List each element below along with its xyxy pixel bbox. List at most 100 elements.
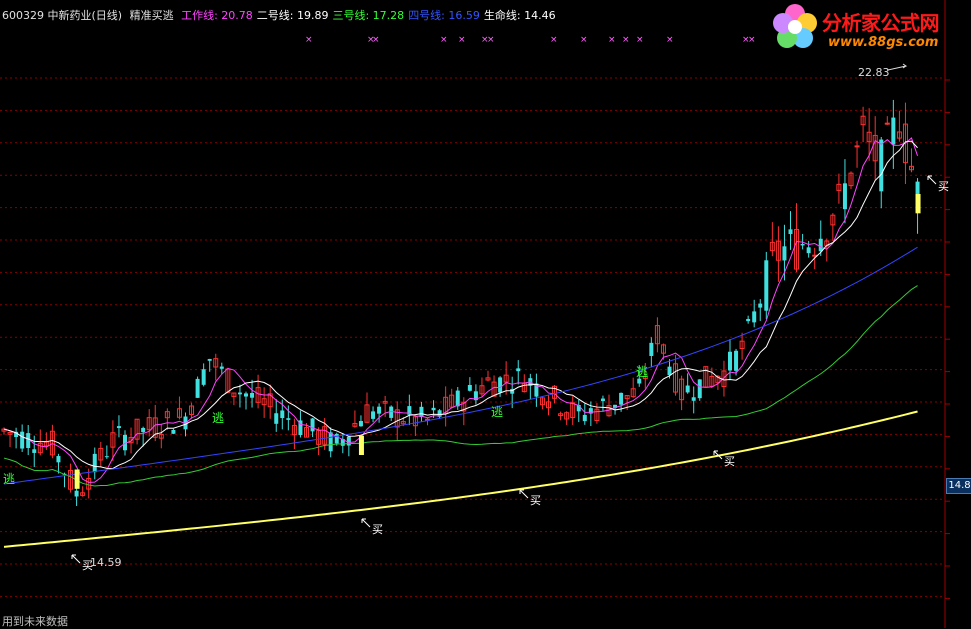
life-line <box>3 410 918 548</box>
top-mark: × <box>372 35 380 45</box>
top-mark: × <box>458 35 466 45</box>
candle-body <box>195 378 200 398</box>
candle-body <box>334 433 339 444</box>
top-mark: × <box>550 35 558 45</box>
buy-arrow <box>71 554 81 564</box>
header-line-1: 二号线: 19.89 <box>256 9 329 22</box>
candle-body <box>20 431 25 449</box>
site-logo: 分析家公式网 www.88gs.com <box>770 2 968 52</box>
candle-body <box>377 406 382 414</box>
candle-body <box>691 397 696 401</box>
buy-marker: 买 <box>530 494 541 507</box>
candle-body <box>649 342 654 356</box>
escape-marker: 逃 <box>3 472 15 486</box>
ma-line-four <box>3 246 918 485</box>
candle-body <box>244 393 248 397</box>
candle-body <box>310 418 315 432</box>
candle-body <box>237 392 242 395</box>
candle-body <box>891 117 896 145</box>
header-line-2: 三号线: 17.28 <box>332 9 405 22</box>
candle-body <box>619 392 624 405</box>
candle-body <box>219 366 224 369</box>
escape-marker: 逃 <box>491 405 503 419</box>
candle-body <box>74 490 79 497</box>
candle-body <box>56 456 61 463</box>
candle-body <box>207 358 212 361</box>
top-mark: × <box>666 35 674 45</box>
candle-body <box>328 432 333 452</box>
kline-chart[interactable]: × ×× × × ×× × × × × × × ××逃逃 逃逃买买买买买22.8314.59 <box>0 0 971 628</box>
candle-body <box>782 246 787 261</box>
candle-body <box>818 238 823 252</box>
buy-marker: 买 <box>724 455 735 468</box>
candle-body <box>764 260 769 311</box>
candle-body <box>516 368 521 372</box>
high-price-label: 22.83 <box>858 66 890 79</box>
escape-marker: 逃 <box>636 365 648 379</box>
candle-body <box>600 398 605 402</box>
indicator-header: 600329 中新药业(日线) 精准买逃 工作线: 20.78 二号线: 19.8… <box>2 7 564 23</box>
indicator-name: 精准买逃 <box>129 9 174 22</box>
low-price-label: 14.59 <box>90 556 122 569</box>
candle-body <box>286 418 291 420</box>
buy-arrow <box>361 518 371 528</box>
candle-body <box>201 369 206 385</box>
candle-body <box>498 377 503 393</box>
top-mark: × <box>487 35 495 45</box>
buy-marker: 买 <box>938 180 949 193</box>
candle-body <box>280 410 285 419</box>
logo-title: 分析家公式网 <box>822 11 940 35</box>
buy-marker: 买 <box>372 523 383 536</box>
buy-arrow <box>927 175 937 185</box>
buy-candle <box>74 469 80 489</box>
candle-body <box>879 139 884 192</box>
candle-body <box>752 311 757 323</box>
candle-body <box>685 385 690 393</box>
flower-icon <box>773 4 817 48</box>
candle-body <box>116 426 121 429</box>
candle-body <box>455 390 460 407</box>
buy-arrow <box>519 489 529 499</box>
header-line-4: 生命线: 14.46 <box>483 9 556 22</box>
top-mark: × <box>580 35 588 45</box>
candle-body <box>431 407 436 411</box>
candle-body <box>884 122 890 125</box>
candle-body <box>728 351 732 371</box>
stock-title: 600329 中新药业(日线) <box>2 9 123 22</box>
top-mark: × <box>608 35 616 45</box>
candle-body <box>667 366 672 376</box>
candle-body <box>758 303 763 308</box>
candle-body <box>637 378 642 384</box>
top-mark: × <box>622 35 630 45</box>
status-footer: 用到未来数据 <box>2 615 68 628</box>
candle-body <box>582 414 587 422</box>
candle-body <box>734 350 739 371</box>
candle-body <box>274 413 279 424</box>
candle-body <box>419 406 424 418</box>
escape-marker: 逃 <box>212 411 224 425</box>
logo-url: www.88gs.com <box>828 35 939 50</box>
candle-body <box>358 421 363 427</box>
top-mark: × <box>748 35 756 45</box>
candle-body <box>104 456 109 458</box>
candle-body <box>800 243 805 246</box>
candle-body <box>250 392 255 398</box>
header-line-3: 四号线: 16.59 <box>408 9 480 22</box>
candle-body <box>92 453 97 473</box>
header-line-0: 工作线: 20.78 <box>181 9 253 22</box>
candle-body <box>371 411 376 419</box>
buy-candle <box>915 194 921 214</box>
candle-body <box>32 449 37 453</box>
candle-body <box>854 145 860 148</box>
candle-body <box>171 429 176 434</box>
ma-work-line <box>3 137 919 483</box>
candle-body <box>467 384 472 391</box>
candle-body <box>697 379 702 399</box>
buy-candle <box>358 435 364 455</box>
candle-body <box>788 229 793 235</box>
top-mark: × <box>636 35 644 45</box>
candle-body <box>842 183 847 210</box>
price-tag: 14.8 <box>946 478 971 494</box>
top-mark: × <box>305 35 313 45</box>
high-arrow <box>887 63 908 71</box>
